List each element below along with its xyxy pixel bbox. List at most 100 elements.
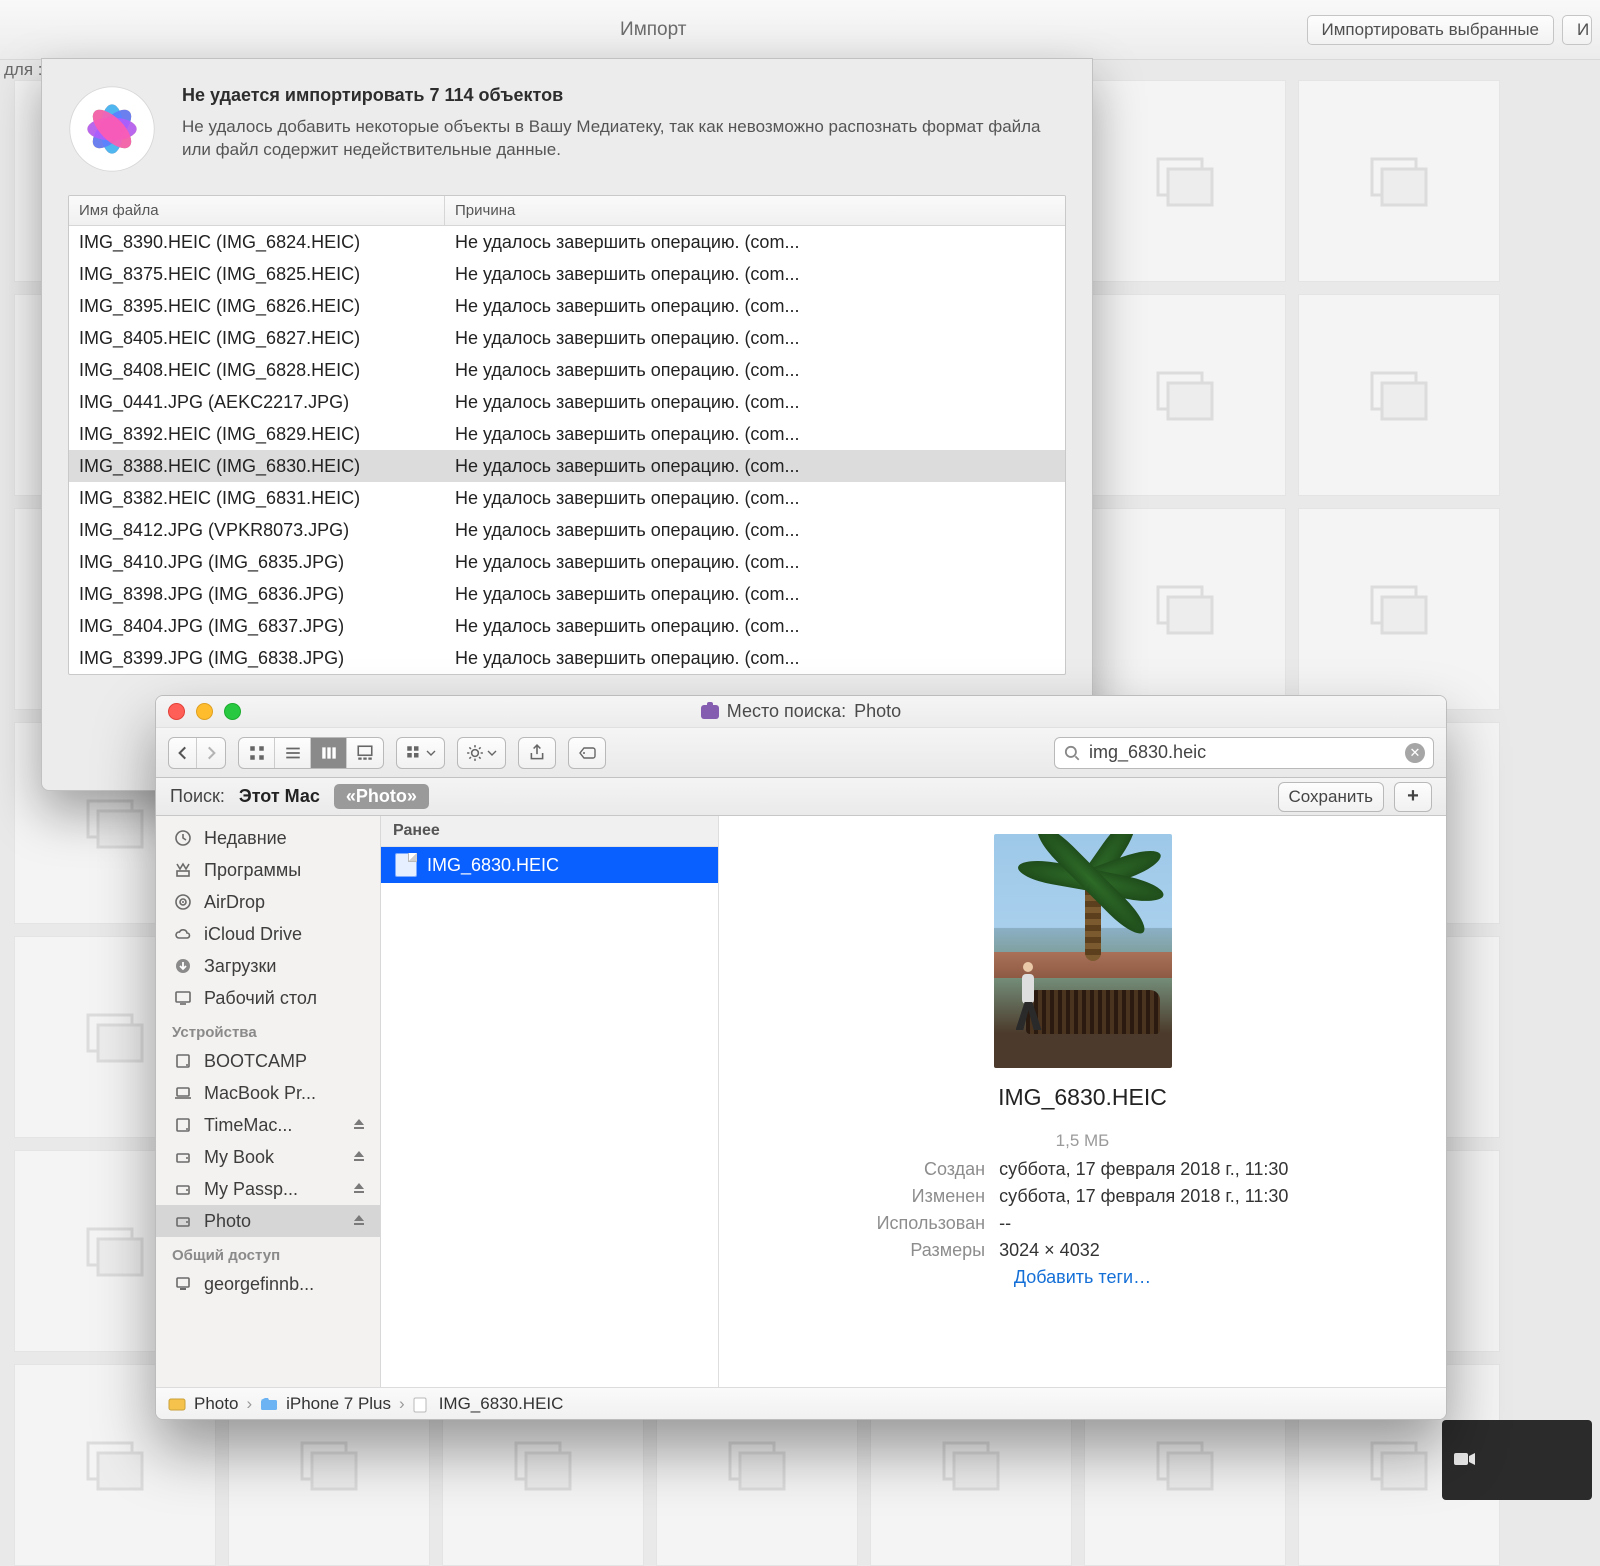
- sidebar-item-label: georgefinnb...: [204, 1274, 366, 1295]
- ext-hdd-icon: [172, 1178, 194, 1200]
- error-row-reason: Не удалось завершить операцию. (com...: [445, 293, 1065, 320]
- airdrop-icon: [172, 891, 194, 913]
- close-button[interactable]: [168, 703, 185, 720]
- view-gallery-button[interactable]: [347, 738, 383, 768]
- error-row-reason: Не удалось завершить операцию. (com...: [445, 325, 1065, 352]
- eject-icon[interactable]: [352, 1147, 366, 1168]
- sidebar-item[interactable]: BOOTCAMP: [156, 1045, 380, 1077]
- add-tags-link[interactable]: Добавить теги…: [1014, 1267, 1151, 1288]
- error-row-file: IMG_8404.JPG (IMG_6837.JPG): [69, 613, 445, 640]
- error-table: Имя файла Причина IMG_8390.HEIC (IMG_682…: [68, 195, 1066, 675]
- search-results-column[interactable]: Ранее IMG_6830.HEIC: [381, 816, 719, 1387]
- eject-icon[interactable]: [352, 1179, 366, 1200]
- col-header-file[interactable]: Имя файла: [69, 196, 445, 225]
- error-row-file: IMG_8388.HEIC (IMG_6830.HEIC): [69, 453, 445, 480]
- view-list-button[interactable]: [275, 738, 311, 768]
- sidebar-item[interactable]: My Book: [156, 1141, 380, 1173]
- error-row[interactable]: IMG_8398.JPG (IMG_6836.JPG)Не удалось за…: [69, 578, 1065, 610]
- chevron-right-icon: ›: [399, 1394, 405, 1414]
- error-row[interactable]: IMG_8399.JPG (IMG_6838.JPG)Не удалось за…: [69, 642, 1065, 674]
- view-icon-button[interactable]: [239, 738, 275, 768]
- sidebar-item[interactable]: Photo: [156, 1205, 380, 1237]
- sidebar-item[interactable]: Рабочий стол: [156, 982, 380, 1014]
- eject-icon[interactable]: [352, 1115, 366, 1136]
- preview-thumbnail[interactable]: [994, 834, 1172, 1068]
- tags-button[interactable]: [568, 737, 606, 769]
- import-selected-button[interactable]: Импортировать выбранные: [1307, 15, 1554, 45]
- scope-photo[interactable]: «Photo»: [334, 784, 429, 809]
- eject-icon[interactable]: [352, 1211, 366, 1232]
- nav-back-forward[interactable]: [168, 737, 226, 769]
- search-input[interactable]: [1089, 742, 1397, 763]
- error-row-file: IMG_8408.HEIC (IMG_6828.HEIC): [69, 357, 445, 384]
- search-field[interactable]: ✕: [1054, 737, 1434, 769]
- camera-icon: [701, 705, 719, 719]
- sidebar-item-label: iCloud Drive: [204, 924, 366, 945]
- clear-search-button[interactable]: ✕: [1405, 743, 1425, 763]
- path-crumb[interactable]: iPhone 7 Plus: [286, 1394, 391, 1414]
- error-row[interactable]: IMG_8392.HEIC (IMG_6829.HEIC)Не удалось …: [69, 418, 1065, 450]
- sidebar-section-devices: Устройства: [156, 1014, 380, 1045]
- preview-filename: IMG_6830.HEIC: [998, 1084, 1167, 1111]
- error-row[interactable]: IMG_8405.HEIC (IMG_6827.HEIC)Не удалось …: [69, 322, 1065, 354]
- error-row[interactable]: IMG_8412.JPG (VPKR8073.JPG)Не удалось за…: [69, 514, 1065, 546]
- scope-this-mac[interactable]: Этот Мас: [239, 786, 320, 807]
- error-row[interactable]: IMG_8375.HEIC (IMG_6825.HEIC)Не удалось …: [69, 258, 1065, 290]
- error-rows[interactable]: IMG_8390.HEIC (IMG_6824.HEIC)Не удалось …: [69, 226, 1065, 674]
- sidebar-item-label: Рабочий стол: [204, 988, 366, 1009]
- error-row-reason: Не удалось завершить операцию. (com...: [445, 229, 1065, 256]
- path-crumb[interactable]: IMG_6830.HEIC: [439, 1394, 564, 1414]
- sidebar-item-label: My Book: [204, 1147, 342, 1168]
- sidebar-item[interactable]: TimeMac...: [156, 1109, 380, 1141]
- error-row[interactable]: IMG_8390.HEIC (IMG_6824.HEIC)Не удалось …: [69, 226, 1065, 258]
- minimize-button[interactable]: [196, 703, 213, 720]
- result-item[interactable]: IMG_6830.HEIC: [381, 847, 718, 883]
- path-crumb-icon: [413, 1397, 431, 1411]
- error-row[interactable]: IMG_0441.JPG (AEKC2217.JPG)Не удалось за…: [69, 386, 1065, 418]
- arrange-button[interactable]: [396, 737, 445, 769]
- error-row[interactable]: IMG_8395.HEIC (IMG_6826.HEIC)Не удалось …: [69, 290, 1065, 322]
- sidebar-item[interactable]: georgefinnb...: [156, 1268, 380, 1300]
- laptop-icon: [172, 1082, 194, 1104]
- sidebar-item[interactable]: iCloud Drive: [156, 918, 380, 950]
- view-column-button[interactable]: [311, 738, 347, 768]
- zoom-button[interactable]: [224, 703, 241, 720]
- sidebar-item[interactable]: MacBook Pr...: [156, 1077, 380, 1109]
- save-search-button[interactable]: Сохранить: [1278, 782, 1384, 812]
- path-bar[interactable]: Photo›iPhone 7 Plus›IMG_6830.HEIC: [156, 1387, 1446, 1419]
- error-heading: Не удается импортировать 7 114 объектов: [182, 85, 1066, 106]
- error-row-reason: Не удалось завершить операцию. (com...: [445, 389, 1065, 416]
- import-all-button-fragment[interactable]: И: [1562, 15, 1592, 45]
- meta-created-value: суббота, 17 февраля 2018 г., 11:30: [999, 1159, 1288, 1180]
- desktop-icon: [172, 987, 194, 1009]
- view-mode-segment[interactable]: [238, 737, 384, 769]
- scope-label: Поиск:: [170, 786, 225, 807]
- error-row[interactable]: IMG_8408.HEIC (IMG_6828.HEIC)Не удалось …: [69, 354, 1065, 386]
- sidebar-item-label: BOOTCAMP: [204, 1051, 366, 1072]
- sidebar-item[interactable]: Программы: [156, 854, 380, 886]
- error-row[interactable]: IMG_8404.JPG (IMG_6837.JPG)Не удалось за…: [69, 610, 1065, 642]
- sidebar-item[interactable]: AirDrop: [156, 886, 380, 918]
- share-button[interactable]: [518, 737, 556, 769]
- action-gear-button[interactable]: [457, 737, 506, 769]
- error-row[interactable]: IMG_8410.JPG (IMG_6835.JPG)Не удалось за…: [69, 546, 1065, 578]
- traffic-lights[interactable]: [168, 703, 241, 720]
- add-criteria-button[interactable]: +: [1394, 782, 1432, 812]
- nav-back-button[interactable]: [169, 738, 197, 768]
- nav-forward-button[interactable]: [197, 738, 225, 768]
- hdd-icon: [172, 1050, 194, 1072]
- sidebar-item[interactable]: My Passp...: [156, 1173, 380, 1205]
- col-header-reason[interactable]: Причина: [445, 196, 1065, 225]
- error-row-file: IMG_8395.HEIC (IMG_6826.HEIC): [69, 293, 445, 320]
- finder-titlebar[interactable]: Место поиска: Photo: [156, 696, 1446, 728]
- error-row[interactable]: IMG_8382.HEIC (IMG_6831.HEIC)Не удалось …: [69, 482, 1065, 514]
- sidebar-item[interactable]: Загрузки: [156, 950, 380, 982]
- finder-sidebar[interactable]: НедавниеПрограммыAirDrop iCloud Drive Загр…: [156, 816, 381, 1387]
- finder-toolbar: ✕: [156, 728, 1446, 778]
- error-row-reason: Не удалось завершить операцию. (com...: [445, 421, 1065, 448]
- error-row-reason: Не удалось завершить операцию. (com...: [445, 613, 1065, 640]
- sidebar-item[interactable]: Недавние: [156, 822, 380, 854]
- error-row[interactable]: IMG_8388.HEIC (IMG_6830.HEIC)Не удалось …: [69, 450, 1065, 482]
- path-crumb[interactable]: Photo: [194, 1394, 238, 1414]
- sidebar-item-label: My Passp...: [204, 1179, 342, 1200]
